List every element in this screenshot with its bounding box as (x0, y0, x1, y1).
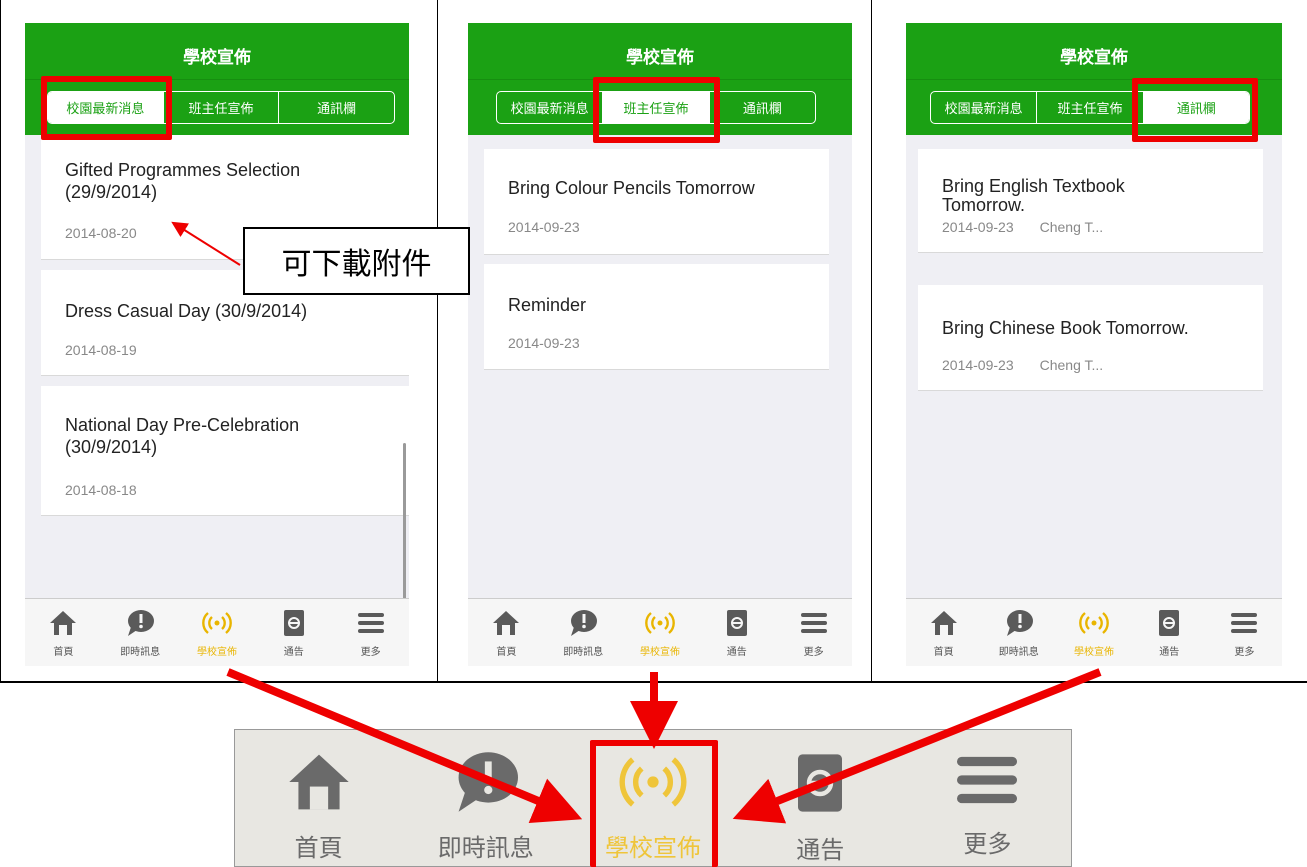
arrow-to-attachment (171, 221, 241, 266)
arrow-left-to-tab (226, 668, 583, 823)
annotation-arrows (171, 221, 1102, 824)
tutorial-figure: 學校宣佈 校園最新消息 班主任宣佈 通訊欄 Gifted Programmes … (0, 0, 1307, 867)
arrow-right-to-tab (732, 668, 1102, 824)
